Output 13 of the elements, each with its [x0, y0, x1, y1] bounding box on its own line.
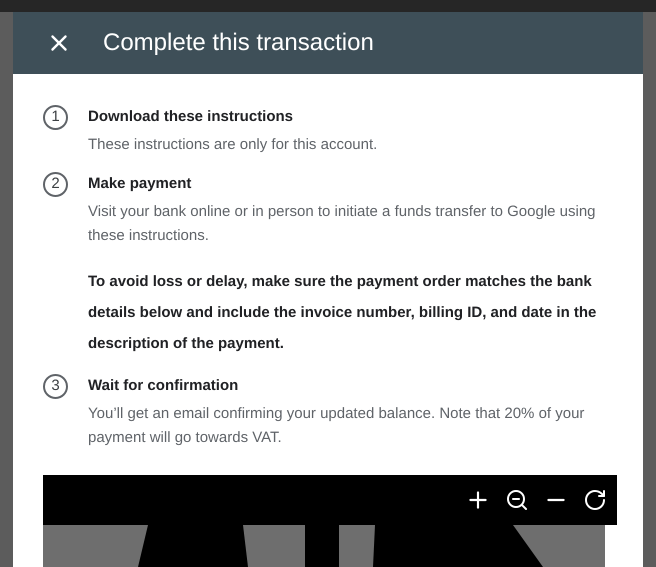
- step-description: You’ll get an email confirming your updated balance. Note that 20% of your payment will go towards VAT.: [88, 404, 586, 448]
- step-number: 1: [43, 105, 68, 130]
- rotate-icon[interactable]: [583, 488, 607, 512]
- step-title: Make payment: [88, 174, 192, 194]
- step-title: Download these instructions: [88, 107, 294, 127]
- step-number: 3: [43, 374, 68, 399]
- warning-note: To avoid loss or delay, make sure the payment order matches the bank details below and include the invoice number, billing ID, and date in the description of the payment.: [88, 272, 598, 354]
- step-number: 2: [43, 172, 68, 197]
- dialog-title: Complete this transaction: [103, 31, 374, 55]
- step-description: These instructions are only for this account.: [88, 135, 378, 155]
- step-title: Wait for confirmation: [88, 376, 240, 396]
- step-description: Visit your bank online or in person to initiate a funds transfer to Google using these instructions.: [88, 202, 596, 246]
- zoom-out-icon[interactable]: [505, 488, 529, 512]
